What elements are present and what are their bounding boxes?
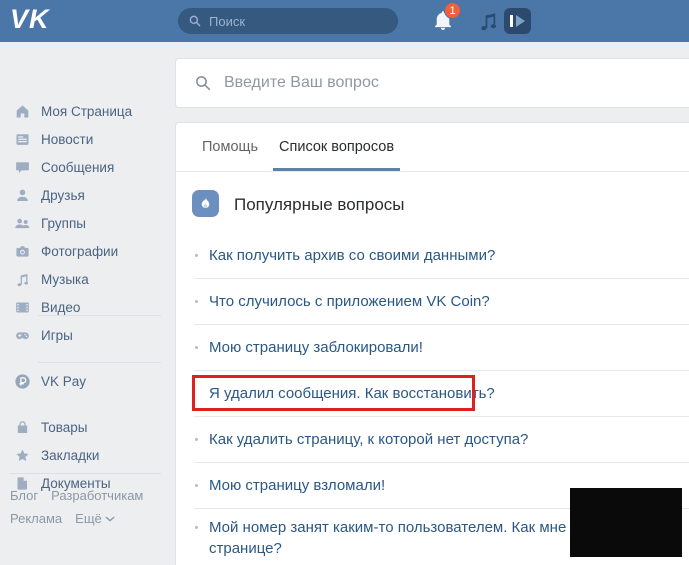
- video-play-button[interactable]: [504, 8, 531, 34]
- sidebar-item-bookmarks[interactable]: Закладки: [0, 441, 175, 469]
- sidebar-item-games[interactable]: Игры: [0, 321, 175, 349]
- sidebar-item-music[interactable]: Музыка: [0, 265, 175, 293]
- vk-logo[interactable]: VK: [10, 4, 50, 35]
- music-note-icon: [12, 269, 32, 289]
- footer-more-label: Ещё: [75, 511, 102, 526]
- header-search-input[interactable]: [209, 13, 388, 29]
- sidebar-item-groups[interactable]: Группы: [0, 209, 175, 237]
- question-search-input[interactable]: [224, 74, 671, 92]
- ruble-icon: [12, 371, 32, 391]
- notification-badge: 1: [444, 2, 461, 19]
- games-icon: [12, 325, 32, 345]
- footer-link-developers[interactable]: Разработчикам: [51, 488, 143, 503]
- groups-icon: [12, 213, 32, 233]
- sidebar-item-my-page[interactable]: Моя Страница: [0, 97, 175, 125]
- top-bar: VK 1: [0, 0, 689, 42]
- question-link-hacked[interactable]: Мою страницу взломали!: [209, 475, 385, 496]
- question-row-highlighted: Я удалил сообщения. Как восстановить?: [192, 371, 689, 417]
- notifications-button[interactable]: 1: [431, 2, 461, 37]
- footer-link-ads[interactable]: Реклама: [10, 511, 62, 526]
- footer-link-more[interactable]: Ещё: [75, 511, 115, 526]
- question-link-blocked[interactable]: Мою страницу заблокировали!: [209, 337, 423, 358]
- news-icon: [12, 129, 32, 149]
- video-play-bar: [510, 15, 513, 27]
- bullet-dot-icon: [195, 484, 198, 487]
- vk-help-page: VK 1: [0, 0, 689, 565]
- sidebar-divider: [38, 315, 161, 316]
- sidebar-item-label: Новости: [41, 131, 94, 147]
- redaction-box: [570, 488, 682, 557]
- search-icon: [196, 76, 211, 91]
- video-play-icon: [516, 15, 525, 27]
- sidebar-item-label: Товары: [41, 419, 88, 435]
- question-link-archive[interactable]: Как получить архив со своими данными?: [209, 245, 495, 266]
- chevron-down-icon: [105, 511, 115, 526]
- music-icon: [481, 13, 496, 31]
- header-search[interactable]: [178, 8, 398, 34]
- sidebar-item-label: Видео: [41, 299, 81, 315]
- sidebar-item-label: VK Pay: [41, 373, 87, 389]
- bookmarks-icon: [12, 445, 32, 465]
- sidebar-item-goods[interactable]: Товары: [0, 413, 175, 441]
- tabs-bar: Помощь Список вопросов: [176, 123, 689, 172]
- question-row: Как получить архив со своими данными?: [194, 233, 689, 279]
- footer-link-blog[interactable]: Блог: [10, 488, 38, 503]
- question-link-deleted-messages[interactable]: Я удалил сообщения. Как восстановить?: [209, 383, 495, 404]
- video-icon: [12, 297, 32, 317]
- bullet-dot-icon: [195, 346, 198, 349]
- friends-icon: [12, 185, 32, 205]
- popular-questions-header: Популярные вопросы: [176, 172, 689, 234]
- sidebar-item-label: Группы: [41, 215, 86, 231]
- sidebar-item-label: Игры: [41, 327, 73, 343]
- sidebar-divider: [10, 473, 161, 474]
- header-music-button[interactable]: [477, 9, 500, 38]
- photos-icon: [12, 241, 32, 261]
- sidebar: Моя Страница Новости Сообщения Друзья Гр: [0, 42, 175, 565]
- sidebar-item-news[interactable]: Новости: [0, 125, 175, 153]
- sidebar-item-label: Друзья: [41, 187, 85, 203]
- sidebar-item-video[interactable]: Видео: [0, 293, 175, 321]
- bullet-dot-icon: [195, 526, 198, 529]
- sidebar-item-label: Фотографии: [41, 243, 119, 259]
- sidebar-item-label: Сообщения: [41, 159, 115, 175]
- tab-help[interactable]: Помощь: [196, 123, 264, 171]
- sidebar-item-vkpay[interactable]: VK Pay: [0, 367, 175, 395]
- sidebar-footer-row-2: Реклама Ещё: [10, 511, 115, 526]
- question-search-card: [175, 58, 689, 108]
- sidebar-item-label: Моя Страница: [41, 103, 133, 119]
- question-link-vkcoin[interactable]: Что случилось с приложением VK Coin?: [209, 291, 490, 312]
- search-icon: [189, 15, 201, 27]
- sidebar-item-photos[interactable]: Фотографии: [0, 237, 175, 265]
- bullet-dot-icon: [195, 300, 198, 303]
- messages-icon: [12, 157, 32, 177]
- sidebar-item-friends[interactable]: Друзья: [0, 181, 175, 209]
- question-row: Мою страницу заблокировали!: [194, 325, 689, 371]
- flame-icon: [192, 190, 219, 217]
- question-link-delete-page[interactable]: Как удалить страницу, к которой нет дост…: [209, 429, 528, 450]
- section-title: Популярные вопросы: [234, 195, 405, 214]
- bullet-dot-icon: [195, 438, 198, 441]
- sidebar-item-messages[interactable]: Сообщения: [0, 153, 175, 181]
- sidebar-item-label: Музыка: [41, 271, 89, 287]
- sidebar-footer-row-1: Блог Разработчикам: [10, 488, 156, 503]
- bullet-dot-icon: [195, 254, 198, 257]
- sidebar-item-label: Закладки: [41, 447, 100, 463]
- goods-icon: [12, 417, 32, 437]
- home-icon: [12, 101, 32, 121]
- tab-question-list[interactable]: Список вопросов: [273, 123, 401, 171]
- question-row: Что случилось с приложением VK Coin?: [194, 279, 689, 325]
- sidebar-divider: [38, 362, 161, 363]
- question-row: Как удалить страницу, к которой нет дост…: [194, 417, 689, 463]
